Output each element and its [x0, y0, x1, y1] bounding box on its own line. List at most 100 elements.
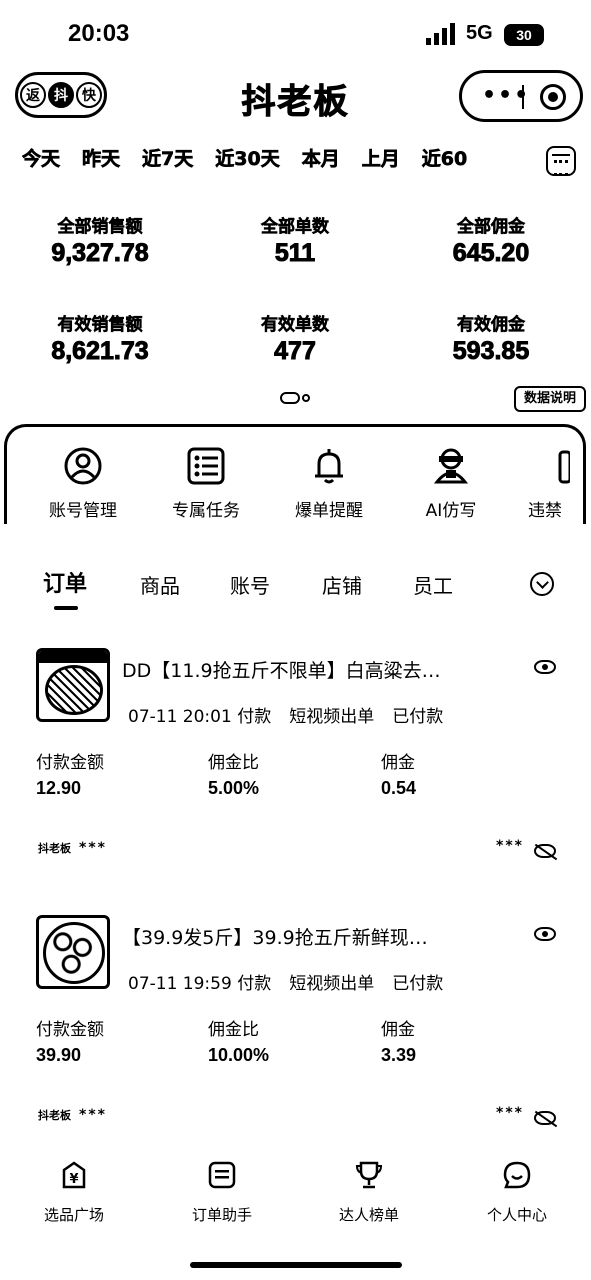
robot-icon: [433, 448, 469, 484]
function-label: 专属任务: [172, 501, 240, 521]
signal-icon: [426, 23, 455, 45]
stat-label: 有效单数: [261, 315, 330, 336]
date-tab-7days[interactable]: 近7天: [142, 144, 194, 171]
stat-value: 593.85: [452, 337, 530, 366]
status-time: 20:03: [68, 20, 130, 47]
eye-off-icon[interactable]: [534, 844, 556, 858]
order-status: 已付款: [392, 974, 444, 994]
bell-icon: [315, 449, 343, 484]
product-thumbnail: [36, 648, 110, 722]
nav-label: 个人中心: [486, 1206, 547, 1224]
banned-icon: [558, 450, 572, 484]
date-tab-60days[interactable]: 近60: [421, 144, 467, 171]
function-label: 爆单提醒: [295, 501, 363, 521]
stat-value: 511: [274, 239, 316, 268]
function-label: AI仿写: [425, 501, 477, 521]
tab-accounts[interactable]: 账号: [230, 570, 270, 599]
bottom-nav: ¥ 选品广场 订单助手 达人榜单 个人中心: [0, 1160, 591, 1240]
date-tab-yesterday[interactable]: 昨天: [82, 144, 121, 171]
content-tabs: 订单 商品 账号 店铺 员工: [0, 566, 591, 616]
mini-program-capsule: •••: [459, 70, 583, 122]
masked-text: ***: [496, 1105, 524, 1121]
eye-icon[interactable]: [534, 660, 556, 674]
shop-info: 抖老板 ***: [38, 1107, 107, 1123]
nav-order-helper[interactable]: 订单助手: [162, 1160, 282, 1225]
order-status: 已付款: [392, 707, 444, 727]
date-tab-this-month[interactable]: 本月: [301, 144, 340, 171]
function-hot-alert[interactable]: 爆单提醒: [274, 446, 384, 521]
order-meta: 07-11 20:01 付款 短视频出单 已付款: [128, 702, 461, 727]
masked-text: ***: [79, 1107, 107, 1123]
nav-label: 订单助手: [191, 1206, 252, 1224]
svg-text:¥: ¥: [69, 1172, 78, 1187]
order-card[interactable]: 【39.9发5斤】39.9抢五斤新鲜现… 07-11 19:59 付款 短视频出单…: [0, 915, 591, 1155]
nav-label: 选品广场: [43, 1206, 104, 1224]
function-label: 违禁: [528, 501, 562, 521]
commission-value: 0.54: [381, 778, 417, 798]
order-channel: 短视频出单: [289, 707, 375, 727]
close-target-icon[interactable]: [540, 84, 566, 110]
calendar-icon[interactable]: [546, 146, 576, 176]
network-type: 5G: [466, 22, 493, 44]
function-banned-words[interactable]: 违禁: [502, 446, 591, 521]
tab-products[interactable]: 商品: [140, 570, 180, 599]
tab-shops[interactable]: 店铺: [322, 570, 362, 599]
amount-label: 付款金额: [36, 1020, 104, 1040]
commission-label: 佣金: [381, 1020, 415, 1040]
home-indicator: [190, 1262, 402, 1268]
pager-dot-active: [280, 392, 300, 404]
eye-off-icon[interactable]: [534, 1111, 556, 1125]
tab-staff[interactable]: 员工: [413, 570, 453, 599]
date-tab-last-month[interactable]: 上月: [361, 144, 400, 171]
nav-talent-ranking[interactable]: 达人榜单: [309, 1160, 429, 1225]
shop-info: 抖老板 ***: [38, 840, 107, 856]
function-ai-rewrite[interactable]: AI仿写: [396, 446, 506, 521]
commission-label: 佣金: [381, 753, 415, 773]
nav-selection-plaza[interactable]: ¥ 选品广场: [14, 1160, 134, 1225]
function-label: 账号管理: [49, 501, 117, 521]
stat-label: 有效佣金: [457, 315, 526, 336]
stat-value: 9,327.78: [51, 239, 149, 268]
stat-valid-orders: 有效单数 477: [210, 310, 380, 366]
order-title: 【39.9发5斤】39.9抢五斤新鲜现…: [122, 927, 428, 949]
user-icon: [64, 447, 102, 485]
carousel-pager: [280, 392, 310, 404]
masked-text: ***: [79, 840, 107, 856]
amount-value: 12.90: [36, 778, 82, 798]
order-channel: 短视频出单: [289, 974, 375, 994]
shop-name: 抖老板: [38, 842, 71, 855]
date-filter: 今天 昨天 近7天 近30天 本月 上月 近60: [22, 144, 532, 178]
product-thumbnail: [36, 915, 110, 989]
nav-label: 达人榜单: [338, 1206, 399, 1224]
stat-label: 全部佣金: [457, 217, 526, 238]
nav-personal-center[interactable]: 个人中心: [457, 1160, 577, 1225]
eye-icon[interactable]: [534, 927, 556, 941]
battery-icon: 30: [504, 24, 544, 46]
data-note-button[interactable]: 数据说明: [514, 386, 586, 412]
stat-valid-commission: 有效佣金 593.85: [406, 310, 576, 366]
amount-label: 付款金额: [36, 753, 104, 773]
chevron-down-icon[interactable]: [530, 572, 554, 596]
function-account-management[interactable]: 账号管理: [28, 446, 138, 521]
stat-value: 8,621.73: [51, 337, 149, 366]
shop-name: 抖老板: [38, 1109, 71, 1122]
order-title: DD【11.9抢五斤不限单】白高粱去…: [122, 660, 441, 682]
capsule-divider: [522, 85, 524, 109]
rate-value: 10.00%: [208, 1045, 270, 1065]
stat-total-orders: 全部单数 511: [210, 212, 380, 268]
stat-label: 全部单数: [261, 217, 330, 238]
stat-label: 有效销售额: [57, 315, 143, 336]
function-exclusive-tasks[interactable]: 专属任务: [151, 446, 261, 521]
order-card[interactable]: DD【11.9抢五斤不限单】白高粱去… 07-11 20:01 付款 短视频出单已…: [0, 648, 591, 888]
rate-value: 5.00%: [208, 778, 260, 798]
date-tab-30days[interactable]: 近30天: [215, 144, 280, 171]
commission-value: 3.39: [381, 1045, 417, 1065]
tab-active-indicator: [54, 606, 78, 610]
masked-text: ***: [496, 838, 524, 854]
tab-orders[interactable]: 订单: [43, 566, 87, 598]
order-doc-icon: [208, 1161, 236, 1189]
yuan-bag-icon: ¥: [62, 1161, 86, 1189]
date-tab-today[interactable]: 今天: [22, 144, 60, 171]
stat-value: 645.20: [452, 239, 530, 268]
pager-dot: [302, 394, 310, 402]
